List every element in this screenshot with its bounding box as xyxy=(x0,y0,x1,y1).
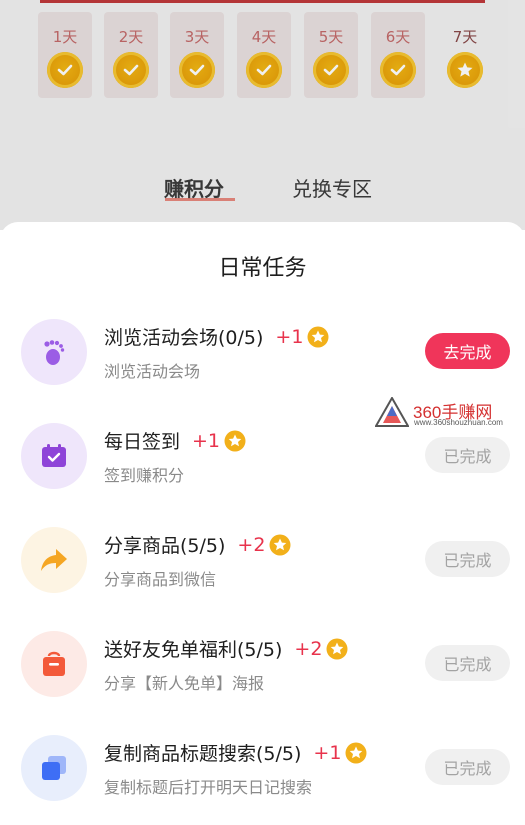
task-title: 送好友免单福利(5/5) +2 xyxy=(104,635,348,662)
star-coin-icon xyxy=(345,742,367,763)
calendar-icon xyxy=(21,423,87,489)
star-coin-icon xyxy=(307,326,329,347)
task-subtitle: 分享【新人免单】海报 xyxy=(104,674,265,693)
task-points: +2 xyxy=(294,637,323,660)
task-item: 每日签到 +1 签到赚积分 已完成 xyxy=(0,423,525,523)
gift-bag-icon xyxy=(21,631,87,697)
task-item: 送好友免单福利(5/5) +2 分享【新人免单】海报 已完成 xyxy=(0,631,525,731)
task-title-text: 复制商品标题搜索(5/5) xyxy=(104,743,302,765)
task-title: 每日签到 +1 xyxy=(104,427,246,454)
task-subtitle: 分享商品到微信 xyxy=(104,570,217,589)
star-coin-icon xyxy=(224,430,246,451)
go-complete-button[interactable]: 去完成 xyxy=(425,333,510,369)
task-title-text: 每日签到 xyxy=(104,431,181,453)
watermark: 360手赚网 www.360shouzhuan.com xyxy=(373,395,523,435)
share-arrow-icon xyxy=(21,527,87,593)
daily-tasks-sheet: 日常任务 浏览活动会场(0/5) +1 浏览活动会场 去完成 每日签到 +1 签… xyxy=(0,222,525,825)
task-title-text: 浏览活动会场(0/5) xyxy=(104,327,264,349)
task-item: 复制商品标题搜索(5/5) +1 复制标题后打开明天日记搜索 已完成 xyxy=(0,735,525,825)
task-points: +1 xyxy=(192,429,221,452)
completed-button[interactable]: 已完成 xyxy=(425,437,510,473)
dim-overlay[interactable] xyxy=(0,0,525,230)
sheet-title: 日常任务 xyxy=(218,256,307,281)
watermark-logo-icon xyxy=(375,397,409,427)
task-points: +1 xyxy=(275,325,304,348)
footprint-icon xyxy=(21,319,87,385)
task-subtitle: 签到赚积分 xyxy=(104,466,185,485)
task-title-text: 送好友免单福利(5/5) xyxy=(104,639,283,661)
star-coin-icon xyxy=(269,534,291,555)
checkin-background: 1天 2天 3天 4天 5天 6天 7天 赚积分 兑换专区 xyxy=(0,0,525,230)
task-title-text: 分享商品(5/5) xyxy=(104,535,226,557)
task-points: +2 xyxy=(237,533,266,556)
completed-button[interactable]: 已完成 xyxy=(425,645,510,681)
task-item: 分享商品(5/5) +2 分享商品到微信 已完成 xyxy=(0,527,525,627)
task-points: +1 xyxy=(313,741,342,764)
completed-button[interactable]: 已完成 xyxy=(425,541,510,577)
task-title: 浏览活动会场(0/5) +1 xyxy=(104,323,329,350)
copy-icon xyxy=(21,735,87,801)
task-title: 复制商品标题搜索(5/5) +1 xyxy=(104,739,367,766)
task-title: 分享商品(5/5) +2 xyxy=(104,531,291,558)
star-coin-icon xyxy=(326,638,348,659)
task-subtitle: 浏览活动会场 xyxy=(104,362,201,381)
watermark-url: www.360shouzhuan.com xyxy=(414,418,503,427)
task-subtitle: 复制标题后打开明天日记搜索 xyxy=(104,778,313,797)
completed-button[interactable]: 已完成 xyxy=(425,749,510,785)
